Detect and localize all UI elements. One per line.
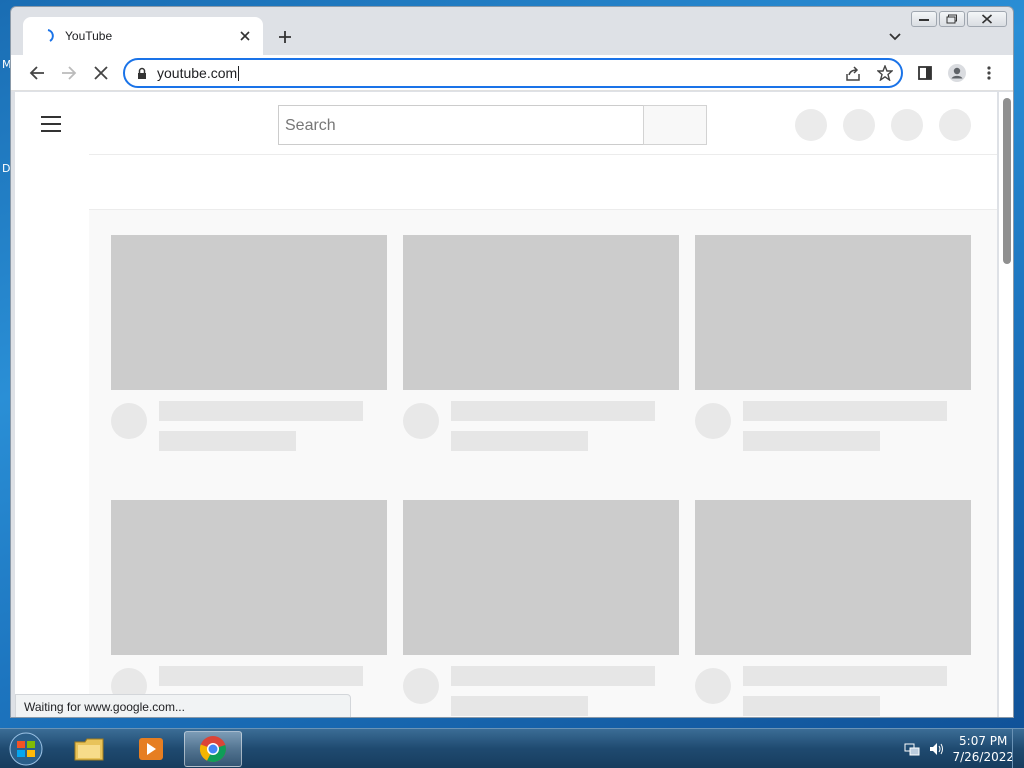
video-thumbnail-placeholder	[695, 500, 971, 655]
url-text[interactable]: youtube.com	[157, 66, 240, 81]
taskbar-chrome[interactable]	[184, 731, 242, 767]
file-explorer-icon	[74, 738, 104, 761]
close-icon	[240, 31, 250, 41]
meta-placeholder	[451, 696, 588, 716]
restore-icon	[946, 14, 957, 24]
title-placeholder	[743, 401, 947, 421]
hamburger-icon[interactable]	[41, 116, 61, 132]
browser-toolbar: youtube.com	[11, 55, 1013, 91]
video-thumbnail-placeholder	[111, 235, 387, 390]
show-desktop-button[interactable]	[1012, 729, 1024, 768]
window-close-button[interactable]	[967, 11, 1007, 27]
minimize-button[interactable]	[911, 11, 937, 27]
window-controls	[911, 11, 1007, 27]
meta-placeholder	[159, 431, 296, 451]
title-placeholder	[743, 666, 947, 686]
taskbar-clock[interactable]: 5:07 PM 7/26/2022	[952, 733, 1014, 765]
forward-arrow-icon	[62, 66, 77, 80]
lock-icon	[138, 67, 146, 79]
masthead-placeholder-circle	[843, 109, 875, 141]
chrome-icon	[199, 736, 226, 763]
side-panel-button[interactable]	[915, 63, 935, 83]
system-tray: 5:07 PM 7/26/2022	[904, 733, 1014, 765]
guide-sidebar	[15, 92, 89, 717]
meta-placeholder	[451, 431, 588, 451]
scrollbar-thumb[interactable]	[1003, 98, 1011, 264]
volume-icon[interactable]	[928, 741, 944, 757]
channel-avatar-placeholder	[695, 668, 731, 704]
back-arrow-icon	[29, 66, 44, 80]
minimize-icon	[919, 19, 929, 21]
meta-placeholder	[743, 431, 880, 451]
network-icon[interactable]	[904, 741, 920, 757]
tab-close-button[interactable]	[237, 28, 253, 44]
new-tab-button[interactable]	[275, 27, 295, 47]
maximize-button[interactable]	[939, 11, 965, 27]
tab-search-button[interactable]	[887, 29, 903, 45]
taskbar: 5:07 PM 7/26/2022	[0, 728, 1024, 768]
plus-icon	[279, 31, 291, 43]
forward-button[interactable]	[59, 63, 79, 83]
scrollbar-track[interactable]	[999, 92, 1013, 717]
profile-icon	[948, 64, 966, 82]
status-bubble: Waiting for www.google.com...	[15, 694, 351, 717]
taskbar-media-player[interactable]	[122, 731, 180, 767]
back-button[interactable]	[27, 63, 47, 83]
search-input[interactable]: Search	[278, 105, 644, 145]
video-thumbnail-placeholder	[403, 500, 679, 655]
browser-menu-button[interactable]	[979, 63, 999, 83]
masthead-placeholder-circle	[891, 109, 923, 141]
channel-avatar-placeholder	[695, 403, 731, 439]
windows-start-icon[interactable]	[6, 731, 46, 767]
tab-title: YouTube	[65, 29, 113, 43]
masthead-placeholder-circle	[939, 109, 971, 141]
side-panel-icon	[918, 66, 932, 80]
star-icon[interactable]	[877, 65, 893, 81]
masthead-placeholder-circle	[795, 109, 827, 141]
media-player-icon	[139, 738, 163, 760]
address-bar[interactable]: youtube.com	[123, 58, 903, 88]
kebab-menu-icon	[987, 66, 991, 80]
chevron-down-icon	[889, 33, 901, 41]
video-thumbnail-placeholder	[403, 235, 679, 390]
clock-date: 7/26/2022	[952, 750, 1014, 764]
profile-button[interactable]	[947, 63, 967, 83]
chips-bar	[89, 154, 997, 210]
channel-avatar-placeholder	[403, 403, 439, 439]
title-placeholder	[159, 666, 363, 686]
stop-loading-icon	[94, 66, 108, 80]
video-thumbnail-placeholder	[111, 500, 387, 655]
share-icon[interactable]	[845, 66, 861, 82]
clock-time: 5:07 PM	[959, 734, 1008, 748]
meta-placeholder	[743, 696, 880, 716]
spinner-icon	[47, 29, 54, 42]
stop-button[interactable]	[91, 63, 111, 83]
title-placeholder	[159, 401, 363, 421]
close-icon	[981, 14, 993, 24]
video-thumbnail-placeholder	[695, 235, 971, 390]
youtube-page: Search Waiting for www.google.com...	[15, 92, 997, 717]
channel-avatar-placeholder	[403, 668, 439, 704]
tab-youtube[interactable]: YouTube	[23, 17, 263, 55]
channel-avatar-placeholder	[111, 403, 147, 439]
browser-window: YouTube youtube.com Search Waiting for w…	[10, 6, 1014, 718]
title-placeholder	[451, 666, 655, 686]
title-placeholder	[451, 401, 655, 421]
taskbar-file-explorer[interactable]	[60, 731, 118, 767]
search-button[interactable]	[643, 105, 707, 145]
